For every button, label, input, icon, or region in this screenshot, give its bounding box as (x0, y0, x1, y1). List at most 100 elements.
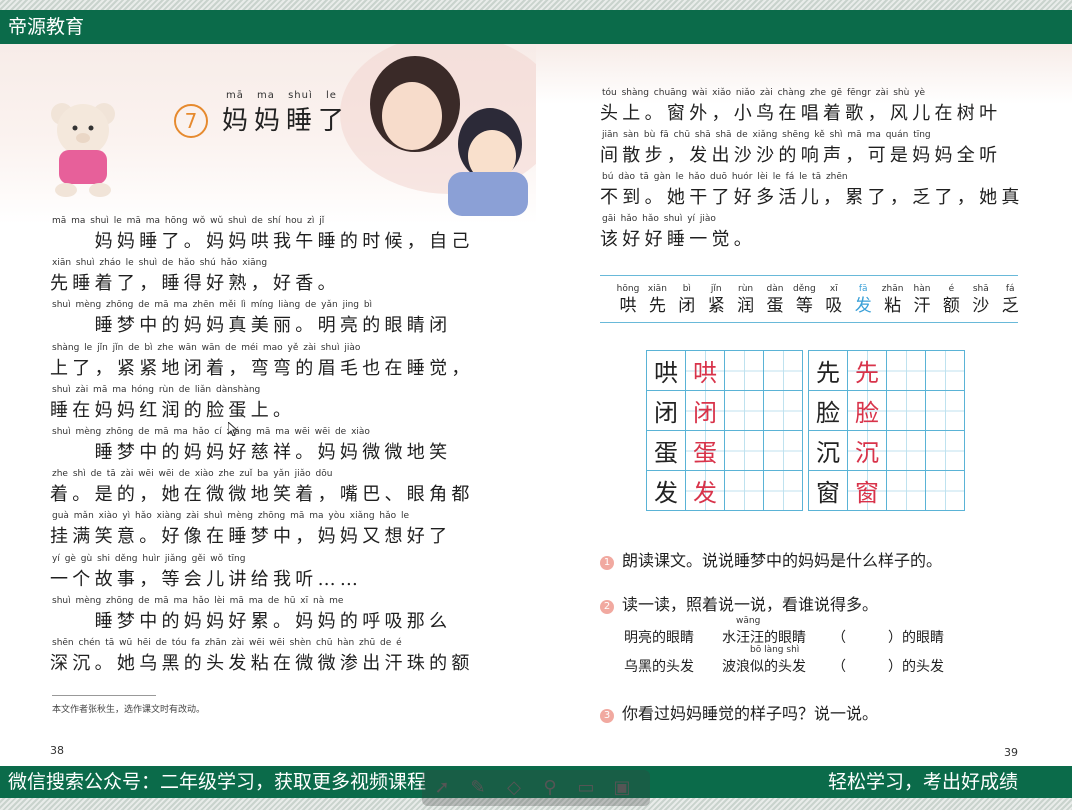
ex2-row2-b: 波浪似的头发 (722, 659, 806, 675)
vocab-character: 蛋 (766, 296, 784, 316)
text-line: 一个故事，等会儿讲给我听…… (50, 568, 363, 590)
grid-model-char: 沉 (808, 430, 848, 471)
grid-practice-cell (763, 350, 803, 391)
ex2-row2-pinyin: bō làng shì (750, 645, 800, 655)
text-line: 睡梦中的妈妈好慈祥。妈妈微微地笑 (50, 442, 452, 463)
pinyin-line: guà mǎn xiào yì hǎo xiàng zài shuì mèng … (52, 511, 410, 522)
vocab-word: hàn 汗 (910, 276, 934, 316)
lesson-title: 妈妈睡了 (222, 106, 351, 136)
vocab-character: 先 (648, 296, 666, 316)
text-line: 上了，紧紧地闭着，弯弯的眉毛也在睡觉， (50, 357, 474, 379)
vocab-pinyin: jǐn (710, 284, 722, 294)
ex2-row1-b: 水汪汪的眼睛 (722, 630, 806, 646)
grid-stroke-char: 哄 (685, 350, 725, 391)
grid-stroke-char: 蛋 (685, 430, 725, 471)
search-icon[interactable]: ⚲ (538, 776, 562, 800)
text-line: 头上。窗外，小鸟在唱着歌，风儿在树叶 (600, 103, 1002, 124)
vocab-word: hōng 哄 (616, 276, 640, 316)
vocab-pinyin: rùn (738, 284, 754, 294)
pinyin-line: mā ma shuì le mā ma hōng wǒ wǔ shuì de s… (52, 216, 325, 226)
header-bar: 帝源教育 (0, 10, 1072, 44)
grid-practice-cell (886, 430, 926, 471)
footnote: 本文作者张秋生，选作课文时有改动。 (52, 705, 206, 715)
grid-practice-cell (925, 350, 965, 391)
grid-practice-cell (724, 350, 764, 391)
top-stripe (0, 0, 1072, 10)
vocab-word: bì 闭 (675, 276, 699, 316)
writing-grid-left: 哄哄闭闭蛋蛋发发 (646, 350, 803, 511)
exercise-2-icon: 2 (600, 600, 614, 614)
vocab-word: é额 (939, 276, 963, 316)
vocab-character: 沙 (972, 296, 990, 316)
pinyin-line: shuì mèng zhōng de mā ma hǎo lèi mā ma d… (52, 595, 344, 606)
text-line: 不到。她干了好多活儿，累了，乏了，她真 (600, 187, 1024, 208)
vocab-word: jǐn 紧 (704, 276, 728, 316)
vocab-word: xiān 先 (645, 276, 669, 316)
text-line: 妈妈睡了。妈妈哄我午睡的时候，自己 (50, 231, 474, 252)
vocab-character: 紧 (707, 296, 725, 316)
teddy-bear-icon (51, 103, 115, 197)
grid-model-char: 闭 (646, 390, 686, 431)
footer-promo: 微信搜索公众号：二年级学习，获取更多视频课程 (8, 771, 427, 793)
pinyin-line: tóu shàng chuāng wài xiǎo niǎo zài chàng… (602, 88, 926, 98)
grid-practice-cell (763, 470, 803, 511)
grid-model-char: 先 (808, 350, 848, 391)
vocab-pinyin: děng (793, 284, 816, 294)
pinyin-line: jiān sàn bù fā chū shā shā de xiǎng shēn… (602, 130, 931, 140)
vocabulary-box: hōng 哄 xiān 先 bì 闭 jǐn 紧 rùn 润 dàn 蛋 děng 等 xī 吸 fā 发 zhān… (600, 275, 1019, 323)
vocab-pinyin: hōng (616, 284, 640, 294)
left-page: 7 mā ma shuì le 妈妈睡了 mā ma shuì le mā ma… (0, 34, 560, 766)
grid-practice-cell (925, 390, 965, 431)
right-page: tóu shàng chuāng wài xiǎo niǎo zài chàng… (536, 44, 1072, 766)
footer-slogan: 轻松学习，考出好成绩 (827, 771, 1018, 793)
text-line: 挂满笑意。好像在睡梦中，妈妈又想好了 (50, 526, 452, 548)
screen-icon[interactable]: ▭ (574, 776, 598, 800)
grid-model-char: 蛋 (646, 430, 686, 471)
vocab-pinyin: zhān (881, 284, 904, 294)
vocab-word: fá 乏 (998, 276, 1022, 316)
vocab-character: 额 (942, 296, 960, 316)
vocab-word: rùn 润 (734, 276, 758, 316)
window-icon[interactable]: ▣ (610, 776, 634, 800)
ex2-row1-c: （ ）的眼睛 (832, 630, 944, 646)
vocab-pinyin: é (948, 284, 955, 294)
vocab-word: fā 发 (851, 276, 875, 316)
vocab-pinyin: shā (972, 284, 989, 294)
vocab-pinyin: dàn (766, 284, 784, 294)
grid-stroke-char: 发 (685, 470, 725, 511)
pointer-icon[interactable]: ➚ (430, 776, 454, 800)
pinyin-line: shàng le jǐn jǐn de bì zhe wān wān de mé… (52, 342, 361, 353)
pen-icon[interactable]: ✎ (466, 776, 490, 800)
grid-practice-cell (724, 430, 764, 471)
grid-practice-cell (724, 390, 764, 431)
pinyin-line: gāi hǎo hǎo shuì yí jiào (602, 214, 716, 224)
ex2-row2-a: 乌黑的头发 (624, 659, 694, 675)
vocab-character: 闭 (678, 296, 696, 316)
text-line: 该好好睡一觉。 (600, 229, 757, 250)
grid-stroke-char: 闭 (685, 390, 725, 431)
exercise-1-text: 朗读课文。说说睡梦中的妈妈是什么样子的。 (622, 551, 943, 570)
brand-name: 帝源教育 (8, 16, 85, 38)
text-line: 先睡着了，睡得好熟，好香。 (50, 273, 340, 295)
pinyin-line: shuì mèng zhōng de mā ma hǎo cí xiáng mā… (52, 427, 370, 437)
annotation-toolbar: ➚ ✎ ◇ ⚲ ▭ ▣ (422, 770, 650, 806)
exercise-3-text: 你看过妈妈睡觉的样子吗？说一说。 (622, 704, 879, 723)
text-line: 间散步，发出沙沙的响声，可是妈妈全听 (600, 145, 1002, 166)
grid-model-char: 发 (646, 470, 686, 511)
pinyin-line: shuì mèng zhōng de mā ma zhēn měi lì mín… (52, 300, 373, 311)
grid-model-char: 窗 (808, 470, 848, 511)
grid-stroke-char: 脸 (847, 390, 887, 431)
vocab-pinyin: xī (829, 284, 838, 294)
vocab-pinyin: xiān (647, 284, 667, 294)
ex2-row1-pinyin: wāng (736, 616, 761, 626)
exercise-3-icon: 3 (600, 709, 614, 723)
grid-model-char: 脸 (808, 390, 848, 431)
eraser-icon[interactable]: ◇ (502, 776, 526, 800)
grid-practice-cell (724, 470, 764, 511)
vocab-character: 粘 (884, 296, 902, 316)
vocab-character: 润 (737, 296, 755, 316)
vocab-word: zhān 粘 (881, 276, 905, 316)
ex2-row2-c: （ ）的头发 (832, 659, 944, 675)
grid-practice-cell (763, 430, 803, 471)
pinyin-line: yí gè gù shi děng huìr jiǎng gěi wǒ tīng (52, 553, 246, 564)
